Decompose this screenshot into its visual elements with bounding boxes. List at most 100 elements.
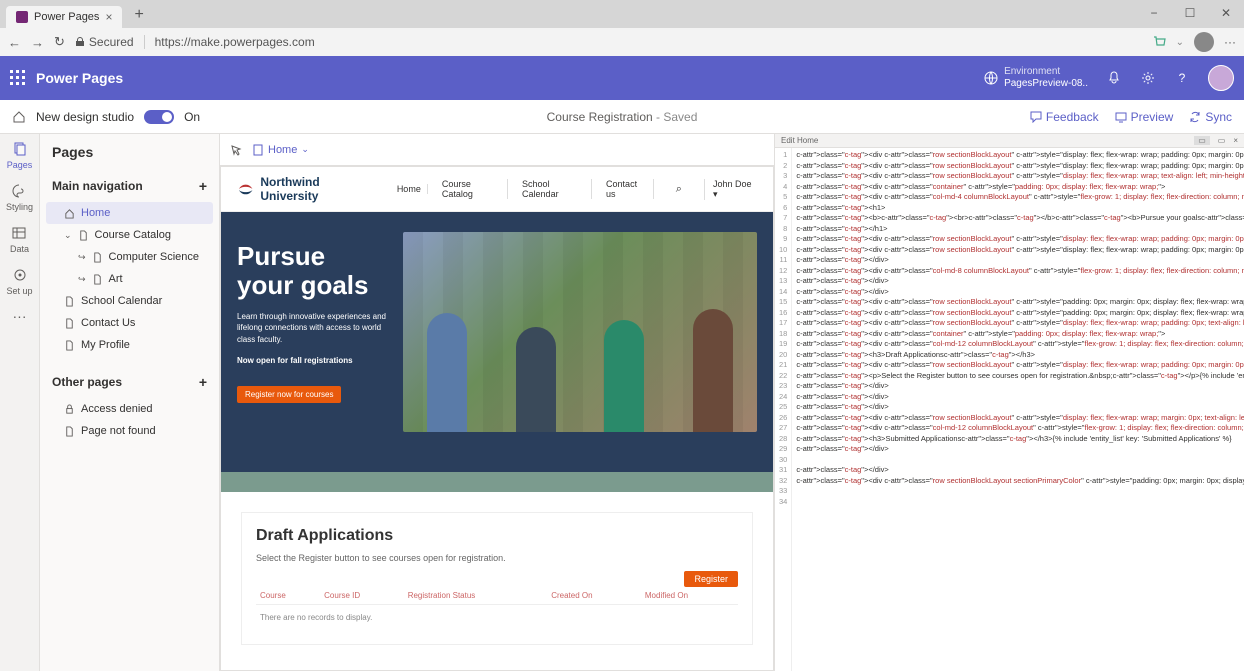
site-logo[interactable]: Northwind University <box>237 175 377 203</box>
chevron-down-icon[interactable]: ⌄ <box>64 230 72 241</box>
col-header[interactable]: Modified On <box>641 587 738 605</box>
tree-item-my-profile[interactable]: My Profile <box>46 334 213 356</box>
maximize-button[interactable]: ☐ <box>1172 0 1208 26</box>
browser-profile-avatar[interactable] <box>1194 32 1214 52</box>
hero-image <box>403 232 757 432</box>
code-content[interactable]: c-attr">class="c-tag"><div c-attr">class… <box>792 148 1244 671</box>
tab-title: Power Pages <box>34 11 99 23</box>
page-icon <box>78 230 89 241</box>
tab-close-icon[interactable]: × <box>105 10 112 24</box>
code-tab-button[interactable]: ▭ <box>1194 136 1210 145</box>
add-other-page-button[interactable]: + <box>199 374 207 390</box>
table-header-row: CourseCourse IDRegistration StatusCreate… <box>256 587 738 605</box>
add-page-button[interactable]: + <box>199 178 207 194</box>
home-icon[interactable] <box>12 110 26 124</box>
canvas-toolbar: Home ⌄ <box>220 134 774 166</box>
new-tab-button[interactable]: + <box>126 2 151 28</box>
tree-item-art[interactable]: ↪Art <box>46 268 213 290</box>
close-window-button[interactable]: ✕ <box>1208 0 1244 26</box>
sync-button[interactable]: Sync <box>1189 110 1232 124</box>
site-navbar: Northwind University Home Course Catalog S… <box>221 167 773 212</box>
security-indicator[interactable]: Secured <box>75 35 145 49</box>
register-button[interactable]: Register <box>684 571 738 587</box>
data-icon <box>10 224 28 242</box>
minimize-button[interactable]: − <box>1136 0 1172 26</box>
col-header[interactable]: Course ID <box>320 587 404 605</box>
code-tab-button[interactable]: ▭ <box>1214 136 1230 145</box>
code-close-icon[interactable]: × <box>1233 136 1238 145</box>
chevron-down-icon[interactable]: ⌄ <box>1176 37 1184 48</box>
draft-subtitle: Select the Register button to see course… <box>256 553 738 563</box>
rail-more[interactable]: ··· <box>13 308 27 324</box>
nav-link-school-calendar[interactable]: School Calendar <box>516 179 592 199</box>
url-text[interactable]: https://make.powerpages.com <box>155 35 315 49</box>
environment-picker[interactable]: Environment PagesPreview-08.. <box>984 66 1088 90</box>
draft-table: CourseCourse IDRegistration StatusCreate… <box>256 587 738 630</box>
main-nav-header: Main navigation + <box>40 170 219 202</box>
code-editor-header: Edit Home ▭ ▭ × <box>775 134 1244 148</box>
tree-item-home[interactable]: Home <box>46 202 213 224</box>
user-menu[interactable]: John Doe ▾ <box>704 179 757 200</box>
other-pages-header: Other pages + <box>40 366 219 398</box>
rail-styling[interactable]: Styling <box>6 182 33 212</box>
design-studio-label: New design studio <box>36 110 134 124</box>
draft-title: Draft Applications <box>256 527 738 545</box>
page-icon <box>64 340 75 351</box>
help-icon[interactable]: ? <box>1174 70 1190 86</box>
feedback-button[interactable]: Feedback <box>1030 110 1099 124</box>
user-avatar[interactable] <box>1208 65 1234 91</box>
feedback-icon <box>1030 111 1042 123</box>
waffle-icon[interactable] <box>10 70 26 86</box>
notifications-icon[interactable] <box>1106 70 1122 86</box>
command-bar: New design studio On Course Registration… <box>0 100 1244 134</box>
back-button[interactable]: ← <box>8 35 21 50</box>
nav-link-course-catalog[interactable]: Course Catalog <box>436 179 508 199</box>
design-toggle[interactable] <box>144 110 174 124</box>
col-header[interactable]: Created On <box>547 587 641 605</box>
line-numbers: 1234567891011121314151617181920212223242… <box>775 148 792 671</box>
cursor-icon[interactable] <box>230 144 242 156</box>
col-header[interactable]: Registration Status <box>404 587 548 605</box>
empty-message: There are no records to display. <box>256 605 738 631</box>
nav-link-home[interactable]: Home <box>391 184 428 194</box>
site-preview[interactable]: Northwind University Home Course Catalog S… <box>220 166 774 671</box>
tree-item-contact-us[interactable]: Contact Us <box>46 312 213 334</box>
forward-button[interactable]: → <box>31 35 44 50</box>
tree-item-computer-science[interactable]: ↪Computer Science <box>46 246 213 268</box>
rail-setup[interactable]: Set up <box>6 266 32 296</box>
hero-paragraph: Learn through innovative experiences and… <box>237 311 387 345</box>
search-icon[interactable]: ⌕ <box>676 183 682 196</box>
pages-panel: Pages Main navigation + Home⌄Course Cata… <box>40 134 220 671</box>
code-editor-body[interactable]: 1234567891011121314151617181920212223242… <box>775 148 1244 671</box>
settings-icon[interactable] <box>1140 70 1156 86</box>
lock-icon <box>64 404 75 415</box>
page-icon <box>64 296 75 307</box>
logo-icon <box>237 180 254 198</box>
browser-chrome: Power Pages × + − ☐ ✕ ← → ↻ Secured http… <box>0 0 1244 56</box>
lock-icon <box>75 37 85 47</box>
window-controls: − ☐ ✕ <box>1136 0 1244 26</box>
browser-more-icon[interactable]: ··· <box>1224 35 1236 49</box>
canvas-area: Home ⌄ Northwind University Home Course C… <box>220 134 774 671</box>
main-area: Pages Styling Data Set up ··· Pages Main… <box>0 134 1244 671</box>
tree-item-page-not-found[interactable]: Page not found <box>46 420 213 442</box>
breadcrumb[interactable]: Home ⌄ <box>252 144 309 156</box>
tree-item-access-denied[interactable]: Access denied <box>46 398 213 420</box>
address-bar: ← → ↻ Secured https://make.powerpages.co… <box>0 28 1244 56</box>
app-title: Power Pages <box>36 70 123 86</box>
hero-cta-button[interactable]: Register now for courses <box>237 386 341 403</box>
tab-strip: Power Pages × + − ☐ ✕ <box>0 0 1244 28</box>
browser-tab[interactable]: Power Pages × <box>6 6 122 28</box>
setup-icon <box>11 266 29 284</box>
col-header[interactable]: Course <box>256 587 320 605</box>
draft-applications-section: Draft Applications Select the Register b… <box>241 512 753 645</box>
rail-pages[interactable]: Pages <box>7 140 33 170</box>
nav-link-contact-us[interactable]: Contact us <box>600 179 654 199</box>
shopping-icon[interactable] <box>1152 35 1166 49</box>
chevron-down-icon: ⌄ <box>301 144 309 155</box>
refresh-button[interactable]: ↻ <box>54 34 65 50</box>
rail-data[interactable]: Data <box>10 224 29 254</box>
tree-item-school-calendar[interactable]: School Calendar <box>46 290 213 312</box>
tree-item-course-catalog[interactable]: ⌄Course Catalog <box>46 224 213 246</box>
preview-button[interactable]: Preview <box>1115 110 1174 124</box>
